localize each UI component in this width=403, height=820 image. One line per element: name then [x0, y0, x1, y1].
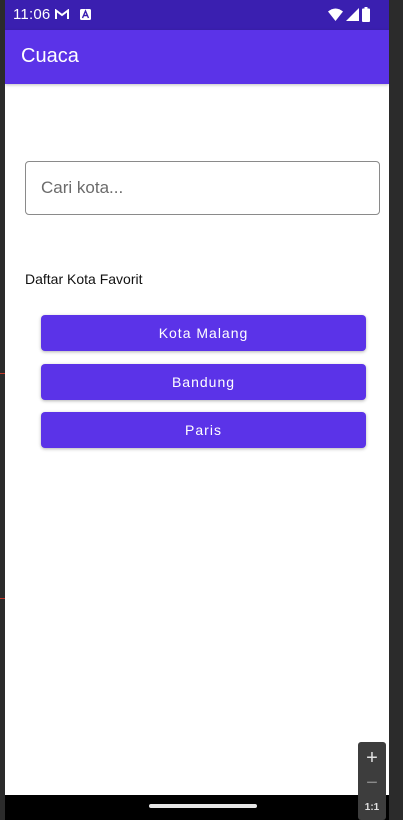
city-button-bandung[interactable]: Bandung [41, 364, 366, 400]
app-bar: Cuaca [5, 30, 389, 84]
emulator-zoom-control: + − 1:1 [358, 742, 386, 820]
zoom-out-button[interactable]: − [358, 771, 386, 795]
status-bar: 11:06 [5, 0, 389, 30]
wifi-icon [328, 8, 343, 21]
favorites-heading: Daftar Kota Favorit [25, 271, 143, 287]
cell-signal-icon [346, 8, 359, 21]
search-field[interactable] [25, 161, 380, 215]
navigation-bar [5, 795, 389, 820]
device-frame: 11:06 Cuaca Daftar Kot [0, 0, 403, 820]
search-input[interactable] [41, 162, 361, 214]
city-button-kota-malang[interactable]: Kota Malang [41, 315, 366, 351]
gmail-icon [55, 9, 69, 19]
app-title: Cuaca [21, 45, 79, 67]
status-time: 11:06 [13, 6, 51, 23]
zoom-reset-button[interactable]: 1:1 [358, 798, 386, 818]
phone-screen: 11:06 Cuaca Daftar Kot [5, 0, 389, 820]
zoom-in-button[interactable]: + [358, 745, 386, 771]
battery-icon [362, 7, 370, 22]
city-button-paris[interactable]: Paris [41, 412, 366, 448]
app-notification-icon [80, 9, 91, 20]
home-gesture-handle[interactable] [149, 804, 257, 808]
